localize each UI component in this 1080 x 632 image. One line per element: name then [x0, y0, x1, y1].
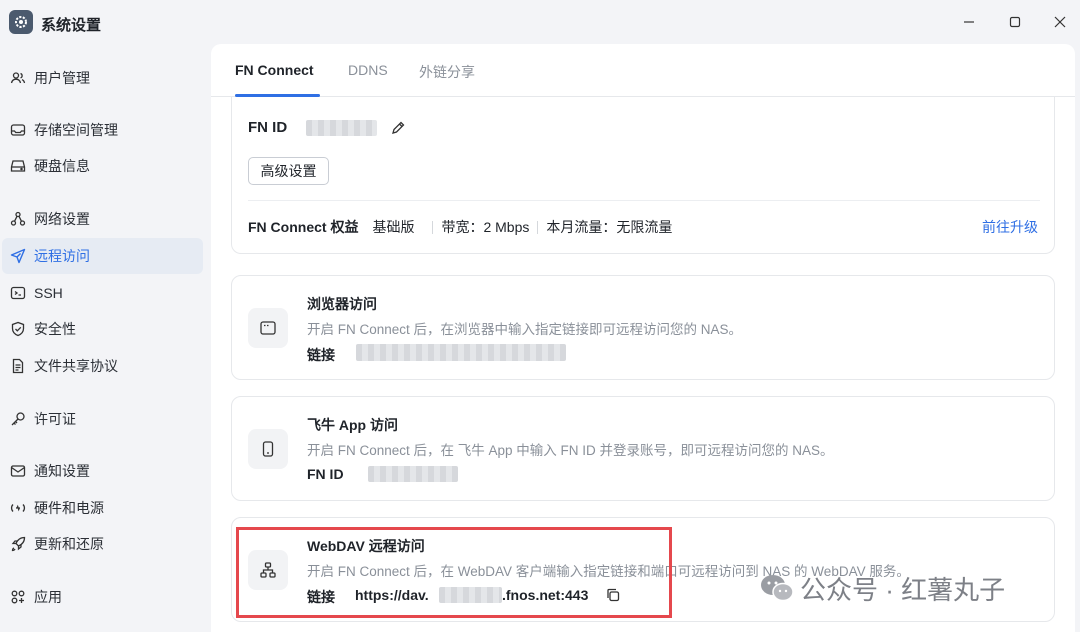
sidebar-item-license[interactable]: 许可证 — [2, 401, 203, 437]
rights-row: FN Connect 权益 基础版 带宽：2 Mbps 本月流量：无限流量 — [248, 217, 672, 237]
tier-badge: 基础版 — [372, 219, 415, 235]
sidebar-item-notifications[interactable]: 通知设置 — [2, 453, 203, 489]
fn-id-value-redacted — [368, 466, 458, 482]
sidebar-item-users[interactable]: 用户管理 — [2, 60, 203, 96]
rocket-icon — [10, 536, 26, 552]
fn-id-label: FN ID — [248, 119, 288, 136]
maximize-button[interactable] — [1001, 10, 1029, 34]
sidebar-item-remote-access[interactable]: 远程访问 — [2, 238, 203, 274]
fn-id-value-redacted — [306, 120, 377, 136]
phone-icon — [248, 429, 288, 469]
users-icon — [10, 70, 26, 86]
card-title: 飞牛 App 访问 — [307, 417, 398, 433]
main-panel: FN Connect DDNS 外链分享 FN ID 高级设置 FN Conne… — [211, 44, 1075, 632]
upgrade-link[interactable]: 前往升级 — [982, 217, 1038, 237]
power-signal-icon — [10, 500, 26, 516]
sidebar-item-label: 文件共享协议 — [34, 358, 118, 374]
sidebar-item-update-restore[interactable]: 更新和还原 — [2, 526, 203, 562]
tab-fn-connect[interactable]: FN Connect — [235, 62, 314, 78]
network-icon — [10, 211, 26, 227]
sidebar-item-label: SSH — [34, 285, 63, 301]
card-title: WebDAV 远程访问 — [307, 538, 425, 554]
browser-access-card: 浏览器访问 开启 FN Connect 后，在浏览器中输入指定链接即可远程访问您… — [231, 275, 1055, 380]
tab-external-share[interactable]: 外链分享 — [419, 62, 475, 82]
rights-label: FN Connect 权益 — [248, 219, 359, 235]
sidebar-item-label: 许可证 — [34, 411, 76, 427]
apps-icon — [10, 589, 26, 605]
settings-gear-icon — [9, 10, 33, 34]
network-tree-icon — [248, 550, 288, 590]
fn-connect-panel: FN ID 高级设置 FN Connect 权益 基础版 带宽：2 Mbps 本… — [231, 97, 1055, 254]
card-title: 浏览器访问 — [307, 296, 377, 312]
separator — [537, 220, 539, 234]
sidebar: 用户管理 存储空间管理 硬盘信息 网络设置 远程访问 SSH 安全性 文件共享协… — [0, 44, 210, 632]
bandwidth-text: 带宽：2 Mbps — [441, 219, 530, 235]
send-icon — [10, 248, 26, 264]
app-access-card: 飞牛 App 访问 开启 FN Connect 后，在 飞牛 App 中输入 F… — [231, 396, 1055, 501]
sidebar-item-label: 通知设置 — [34, 463, 90, 479]
hard-disk-icon — [10, 158, 26, 174]
minimize-button[interactable] — [955, 10, 983, 34]
sidebar-item-label: 存储空间管理 — [34, 122, 118, 138]
close-button[interactable] — [1046, 10, 1074, 34]
watermark: 公众号 · 红薯丸子 — [760, 568, 1005, 608]
mail-icon — [10, 463, 26, 479]
title-bar: 系统设置 — [0, 0, 1080, 44]
storage-icon — [10, 122, 26, 138]
sidebar-item-label: 用户管理 — [34, 70, 90, 86]
sidebar-item-label: 硬件和电源 — [34, 500, 104, 516]
advanced-settings-button[interactable]: 高级设置 — [248, 157, 329, 185]
edit-pencil-icon[interactable] — [390, 120, 406, 136]
sidebar-item-ssh[interactable]: SSH — [2, 275, 203, 311]
sidebar-item-network[interactable]: 网络设置 — [2, 201, 203, 237]
webdav-url-suffix: .fnos.net:443 — [502, 587, 589, 603]
copy-icon[interactable] — [605, 587, 621, 603]
window-title: 系统设置 — [41, 17, 102, 34]
sidebar-item-disk-info[interactable]: 硬盘信息 — [2, 148, 203, 184]
sidebar-item-label: 网络设置 — [34, 211, 90, 227]
document-icon — [10, 358, 26, 374]
sidebar-item-hardware-power[interactable]: 硬件和电源 — [2, 490, 203, 526]
key-icon — [10, 411, 26, 427]
divider — [248, 200, 1040, 201]
sidebar-item-file-sharing[interactable]: 文件共享协议 — [2, 348, 203, 384]
sidebar-item-label: 远程访问 — [34, 248, 90, 264]
link-label: 链接 — [307, 347, 335, 363]
traffic-text: 本月流量：无限流量 — [546, 219, 673, 235]
webdav-url-redacted — [439, 587, 502, 603]
tab-bar: FN Connect DDNS 外链分享 — [211, 44, 1075, 97]
wechat-logo-icon — [761, 575, 794, 602]
card-description: 开启 FN Connect 后，在 飞牛 App 中输入 FN ID 并登录账号… — [307, 443, 834, 458]
fn-id-label: FN ID — [307, 466, 344, 482]
link-label: 链接 — [307, 589, 335, 605]
browser-window-icon — [248, 308, 288, 348]
link-value-redacted — [356, 344, 566, 361]
card-description: 开启 FN Connect 后，在浏览器中输入指定链接即可远程访问您的 NAS。 — [307, 322, 743, 337]
sidebar-item-security[interactable]: 安全性 — [2, 311, 203, 347]
tab-ddns[interactable]: DDNS — [348, 62, 388, 78]
sidebar-item-apps[interactable]: 应用 — [2, 579, 203, 615]
sidebar-item-label: 应用 — [34, 589, 62, 605]
sidebar-item-label: 硬盘信息 — [34, 158, 90, 174]
watermark-text: 公众号 · 红薯丸子 — [800, 574, 1006, 605]
separator — [432, 220, 434, 234]
webdav-url-prefix: https://dav. — [355, 587, 429, 603]
sidebar-item-storage[interactable]: 存储空间管理 — [2, 112, 203, 148]
sidebar-item-label: 安全性 — [34, 321, 76, 337]
terminal-icon — [10, 285, 26, 301]
shield-icon — [10, 321, 26, 337]
sidebar-item-label: 更新和还原 — [34, 536, 104, 552]
